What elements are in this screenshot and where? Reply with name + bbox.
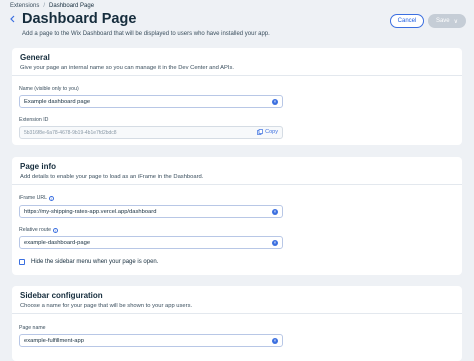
iframe-url-label: iFrame URL i	[19, 195, 54, 201]
hide-sidebar-checkbox[interactable]	[19, 259, 25, 265]
copy-label: Copy	[265, 129, 278, 135]
iframe-url-label-text: iFrame URL	[19, 195, 47, 201]
cancel-button[interactable]: Cancel	[390, 14, 424, 28]
general-description: Give your page an internal name so you c…	[20, 65, 234, 71]
chevron-down-icon: ∨	[453, 18, 459, 25]
name-input-value: Example dashboard page	[24, 98, 91, 105]
relative-route-value: example-dashboard-page	[24, 239, 91, 246]
page-info-title: Page info	[20, 162, 57, 171]
save-button[interactable]: Save ∨	[428, 14, 466, 28]
info-icon[interactable]: i	[53, 227, 59, 233]
relative-route-label: Relative route i	[19, 227, 59, 233]
name-input[interactable]: Example dashboard page ×	[19, 95, 283, 108]
page-info-card: Page info Add details to enable your pag…	[12, 157, 462, 275]
page-name-label: Page name	[19, 325, 46, 331]
name-field-label: Name (visible only to you)	[19, 86, 79, 92]
iframe-url-input[interactable]: https://my-shipping-rates-app.vercel.app…	[19, 205, 283, 218]
sidebar-config-title: Sidebar configuration	[20, 291, 103, 300]
page-name-value: example-fulfillment-app	[24, 337, 84, 344]
copy-icon	[257, 129, 264, 135]
sidebar-config-description: Choose a name for your page that will be…	[20, 303, 193, 309]
iframe-url-value: https://my-shipping-rates-app.vercel.app…	[24, 208, 157, 215]
relative-route-label-text: Relative route	[19, 227, 52, 233]
extension-id-field: 5b316f8e-6a78-4678-9b19-4b1e7fd2bdc8 Cop…	[19, 126, 283, 139]
save-button-label: Save	[435, 18, 450, 24]
sidebar-config-card: Sidebar configuration Choose a name for …	[12, 286, 462, 361]
general-title: General	[20, 53, 50, 62]
info-icon[interactable]: i	[48, 195, 54, 201]
breadcrumb-current: Dashboard Page	[49, 3, 95, 9]
back-arrow-icon[interactable]	[7, 12, 17, 26]
breadcrumb-extensions[interactable]: Extensions	[10, 3, 39, 9]
page-subtitle: Add a page to the Wix Dashboard that wil…	[22, 31, 270, 37]
page-info-description: Add details to enable your page to load …	[20, 174, 204, 180]
relative-route-input[interactable]: example-dashboard-page ×	[19, 236, 283, 249]
hide-sidebar-label: Hide the sidebar menu when your page is …	[31, 259, 159, 265]
breadcrumb: Extensions / Dashboard Page	[10, 3, 94, 9]
clear-icon[interactable]: ×	[272, 99, 278, 105]
clear-icon[interactable]: ×	[272, 240, 278, 246]
page-title: Dashboard Page	[22, 11, 137, 27]
breadcrumb-separator: /	[43, 3, 46, 9]
extension-id-label: Extension ID	[19, 117, 49, 123]
page-name-input[interactable]: example-fulfillment-app ×	[19, 334, 283, 347]
clear-icon[interactable]: ×	[272, 209, 278, 215]
general-card: General Give your page an internal name …	[12, 48, 462, 145]
extension-id-value: 5b316f8e-6a78-4678-9b19-4b1e7fd2bdc8	[24, 129, 117, 136]
clear-icon[interactable]: ×	[272, 338, 278, 344]
hide-sidebar-row[interactable]: Hide the sidebar menu when your page is …	[19, 259, 158, 265]
copy-button[interactable]: Copy	[257, 129, 278, 135]
